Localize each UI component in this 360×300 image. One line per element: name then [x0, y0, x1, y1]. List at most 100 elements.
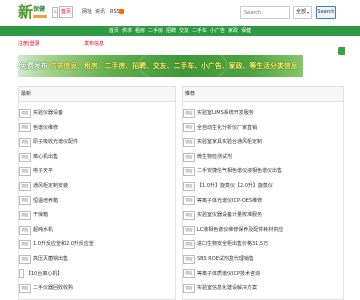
list-item[interactable]: 供应 色谱仪维修 — [19, 121, 175, 136]
category-tag[interactable]: 供应 — [183, 196, 195, 206]
list-item-title[interactable]: 二手安捷伦气相色谱仪液相色谱仪出售 — [197, 164, 282, 179]
list-item[interactable]: 供应 微生物检测试剂 — [183, 150, 343, 165]
list-item-title[interactable]: 实验室仪器设备计量校准服务 — [197, 208, 262, 223]
list-item-title[interactable]: 电子天平 — [33, 164, 53, 179]
list-item-title[interactable]: 恒温培养箱 — [33, 194, 58, 209]
list-item[interactable]: 供应 实验仪器设备 — [19, 106, 175, 121]
category-tag[interactable]: 供应 — [19, 283, 31, 293]
list-item[interactable]: 供应 实验室信息化建设解决方案 — [183, 281, 343, 296]
category-tag[interactable]: 供应 — [183, 269, 195, 279]
category-tag[interactable]: 供应 — [183, 210, 195, 220]
category-tag[interactable]: 供应 — [183, 254, 195, 264]
category-link[interactable]: 租房 — [135, 26, 145, 36]
list-item[interactable]: 供应 电子天平 — [19, 164, 175, 179]
category-tag[interactable]: 供应 — [183, 123, 195, 133]
list-item[interactable]: 供应 二手安捷伦气相色谱仪液相色谱仪出售 — [183, 164, 343, 179]
list-item[interactable]: 供应 1.0升反应釜和2.0升反应釜 — [19, 237, 175, 252]
nav-item-sites[interactable]: 网址 — [82, 9, 92, 16]
list-item-title[interactable]: 原子吸收光谱仪配件 — [33, 135, 78, 150]
list-item-title[interactable]: 二手仪器回收收购 — [33, 281, 73, 296]
list-item[interactable]: 供应 LC液相色谱仪维修保养及配件耗材供应 — [183, 223, 343, 238]
list-item[interactable]: 供应 【1.0升】旋蒸仪【2.0升】旋蒸仪 — [183, 179, 343, 194]
category-tag[interactable]: 供应 — [19, 123, 31, 133]
list-item-title[interactable]: 超纯水机 — [33, 223, 53, 238]
category-tag[interactable]: 供应 — [183, 108, 195, 118]
list-item[interactable]: 供应 原子吸收光谱仪配件 — [19, 135, 175, 150]
list-item-title[interactable]: 【10台离心机】 — [26, 267, 62, 282]
list-item[interactable]: 供应 高压灭菌锅出售 — [19, 252, 175, 267]
list-item-title[interactable]: 干燥箱 — [33, 208, 48, 223]
category-tag[interactable]: 供应 — [19, 167, 31, 177]
list-item[interactable]: 供应 实验室LIMS系统开发服务 — [183, 106, 343, 121]
category-tag[interactable]: 供应 — [183, 152, 195, 162]
rss-icon[interactable] — [119, 9, 124, 14]
category-link[interactable]: 小广告 — [210, 26, 225, 36]
list-item-title[interactable]: 进口生物安全柜出售价格31.5万 — [197, 237, 268, 252]
search-scope-select[interactable]: 全部 — [293, 6, 312, 19]
category-tag[interactable]: 供应 — [19, 108, 31, 118]
category-tag[interactable]: 供应 — [19, 240, 31, 250]
list-item-title[interactable]: 实验室家具实验台通风柜定制 — [197, 135, 262, 150]
list-item-title[interactable]: 实验仪器设备 — [33, 106, 63, 121]
category-tag[interactable]: 供应 — [19, 196, 31, 206]
list-item-title[interactable]: 通风柜定制安装 — [33, 179, 68, 194]
list-item[interactable]: 供应 进口生物安全柜出售价格31.5万 — [183, 237, 343, 252]
search-input[interactable] — [240, 6, 290, 19]
list-item-title[interactable]: 离心机出售 — [33, 150, 58, 165]
category-tag[interactable] — [19, 269, 24, 279]
category-tag[interactable]: 供应 — [19, 210, 31, 220]
category-tag[interactable]: 供应 — [183, 225, 195, 235]
list-item-title[interactable]: 高压灭菌锅出售 — [33, 252, 68, 267]
list-item-title[interactable]: 等离子体光谱仪ICP-OES维修 — [197, 194, 262, 209]
list-item-title[interactable]: 全自动生化分析仪厂家直销 — [197, 121, 257, 136]
category-link[interactable]: 保健 — [241, 26, 251, 36]
list-item-title[interactable]: 实验室信息化建设解决方案 — [197, 281, 257, 296]
list-item-title[interactable]: 色谱仪维修 — [33, 121, 58, 136]
notice-link-post[interactable]: 发布信息 — [84, 41, 104, 47]
category-tag[interactable]: 供应 — [183, 137, 195, 147]
list-item[interactable]: 供应 等离子体质谱仪ICP技术咨询 — [183, 267, 343, 282]
list-item-title[interactable]: 1.0升反应釜和2.0升反应釜 — [33, 237, 94, 252]
list-item[interactable]: 供应 离心机出售 — [19, 150, 175, 165]
category-link[interactable]: 首页 — [109, 26, 119, 36]
category-link[interactable]: 交友 — [179, 26, 189, 36]
category-link[interactable]: 供求 — [122, 26, 132, 36]
side-share-tab[interactable] — [338, 47, 345, 55]
category-tag[interactable]: 供应 — [19, 225, 31, 235]
list-item-title[interactable]: 等离子体质谱仪ICP技术咨询 — [197, 267, 260, 282]
list-item[interactable]: 供应 实验室家具实验台通风柜定制 — [183, 135, 343, 150]
list-item[interactable]: 供应 超纯水机 — [19, 223, 175, 238]
list-item[interactable]: 供应 通风柜定制安装 — [19, 179, 175, 194]
list-item[interactable]: 供应 等离子体光谱仪ICP-OES维修 — [183, 194, 343, 209]
search-button[interactable]: Search — [316, 6, 336, 19]
category-link[interactable]: 二手房 — [148, 26, 163, 36]
nav-item-home[interactable]: 首页 — [59, 6, 73, 18]
list-item-title[interactable]: 微生物检测试剂 — [197, 150, 232, 165]
category-tag[interactable]: 供应 — [183, 167, 195, 177]
list-item[interactable]: 供应 SBS ROE试剂盒代理销售 — [183, 252, 343, 267]
category-tag[interactable]: 供应 — [183, 240, 195, 250]
list-item-title[interactable]: SBS ROE试剂盒代理销售 — [197, 252, 254, 267]
list-item[interactable]: 供应 全自动生化分析仪厂家直销 — [183, 121, 343, 136]
home-icon[interactable]: ⌂ — [52, 7, 58, 18]
list-item[interactable]: 供应 恒温培养箱 — [19, 194, 175, 209]
logo[interactable]: 新 保健 — [18, 3, 50, 23]
category-tag[interactable]: 供应 — [19, 137, 31, 147]
category-tag[interactable]: 供应 — [19, 181, 31, 191]
category-tag[interactable]: 供应 — [19, 254, 31, 264]
ad-banner[interactable]: 免费发布 供求信息、租房、二手房、招聘、交友、二手车、小广告、家政、等生活分类信息 — [18, 55, 303, 77]
category-tag[interactable]: 供应 — [183, 181, 195, 191]
list-item-title[interactable]: 实验室LIMS系统开发服务 — [197, 106, 254, 121]
category-link[interactable]: 二手车 — [192, 26, 207, 36]
list-item[interactable]: 【10台离心机】 — [19, 267, 175, 282]
category-link[interactable]: 家政 — [228, 26, 238, 36]
category-tag[interactable]: 供应 — [183, 283, 195, 293]
category-link[interactable]: 招聘 — [166, 26, 176, 36]
category-tag[interactable]: 供应 — [19, 152, 31, 162]
list-item-title[interactable]: 【1.0升】旋蒸仪【2.0升】旋蒸仪 — [197, 179, 273, 194]
nav-item-news[interactable]: 资讯 — [95, 9, 105, 16]
list-item-title[interactable]: LC液相色谱仪维修保养及配件耗材供应 — [197, 223, 283, 238]
list-item[interactable]: 供应 二手仪器回收收购 — [19, 281, 175, 296]
notice-link-login[interactable]: 注册|登录 — [18, 41, 40, 47]
list-item[interactable]: 供应 干燥箱 — [19, 208, 175, 223]
